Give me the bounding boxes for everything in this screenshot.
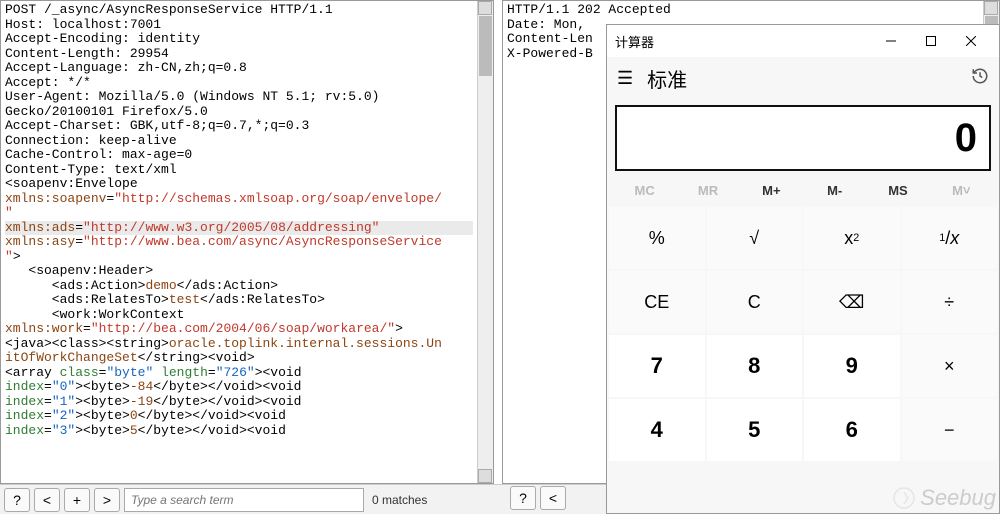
search-input[interactable] [124, 488, 364, 512]
memory-m-[interactable]: M- [803, 175, 866, 205]
prev-button-right[interactable]: < [540, 486, 566, 510]
hamburger-icon[interactable]: ☰ [617, 68, 633, 89]
calc-key-[interactable]: − [902, 399, 998, 461]
calculator-display: 0 [615, 105, 991, 171]
calc-key-9[interactable]: 9 [804, 335, 900, 397]
calculator-header: ☰ 标准 [607, 57, 999, 99]
calculator-title: 计算器 [615, 32, 654, 51]
calc-key-6[interactable]: 6 [804, 399, 900, 461]
maximize-icon [926, 36, 936, 46]
minimize-icon [886, 36, 896, 46]
add-button[interactable]: + [64, 488, 90, 512]
memory-ms[interactable]: MS [866, 175, 929, 205]
scroll-up-icon[interactable] [984, 1, 998, 15]
minimize-button[interactable] [871, 27, 911, 55]
close-button[interactable] [951, 27, 991, 55]
calc-key-x[interactable]: 1/x [902, 207, 998, 269]
calc-key-x[interactable]: x2 [804, 207, 900, 269]
calc-key-[interactable]: √ [707, 207, 803, 269]
watermark: Seebug [892, 485, 996, 511]
calc-key-ce[interactable]: CE [609, 271, 705, 333]
calculator-mode: 标准 [647, 64, 687, 93]
calc-key-[interactable]: ⌫ [804, 271, 900, 333]
match-count: 0 matches [372, 493, 427, 507]
calc-key-4[interactable]: 4 [609, 399, 705, 461]
calc-key-7[interactable]: 7 [609, 335, 705, 397]
scroll-thumb[interactable] [479, 16, 492, 76]
prev-button[interactable]: < [34, 488, 60, 512]
calc-key-8[interactable]: 8 [707, 335, 803, 397]
memory-row: MCMRM+M-MSM˅ [607, 175, 999, 205]
request-text[interactable]: POST /_async/AsyncResponseService HTTP/1… [1, 1, 477, 483]
calculator-window: 计算器 ☰ 标准 0 MCMRM+M-MSM˅ %√x21/x CEC⌫÷ 789×… [606, 24, 1000, 514]
memory-mc: MC [613, 175, 676, 205]
memory-m+[interactable]: M+ [740, 175, 803, 205]
calc-key-c[interactable]: C [707, 271, 803, 333]
next-button[interactable]: > [94, 488, 120, 512]
calc-key-[interactable]: % [609, 207, 705, 269]
scrollbar[interactable] [477, 1, 493, 483]
memory-mr: MR [676, 175, 739, 205]
scroll-up-icon[interactable] [478, 1, 492, 15]
calculator-titlebar[interactable]: 计算器 [607, 25, 999, 57]
calculator-grid: %√x21/x CEC⌫÷ 789× 456− [607, 205, 999, 463]
help-button-right[interactable]: ? [510, 486, 536, 510]
history-icon[interactable] [971, 67, 989, 90]
calc-key-[interactable]: × [902, 335, 998, 397]
memory-m˅: M˅ [930, 175, 993, 205]
maximize-button[interactable] [911, 27, 951, 55]
help-button[interactable]: ? [4, 488, 30, 512]
calc-key-5[interactable]: 5 [707, 399, 803, 461]
watermark-icon [892, 486, 916, 510]
close-icon [966, 36, 976, 46]
scroll-down-icon[interactable] [478, 469, 492, 483]
request-pane: POST /_async/AsyncResponseService HTTP/1… [0, 0, 494, 484]
calc-key-[interactable]: ÷ [902, 271, 998, 333]
